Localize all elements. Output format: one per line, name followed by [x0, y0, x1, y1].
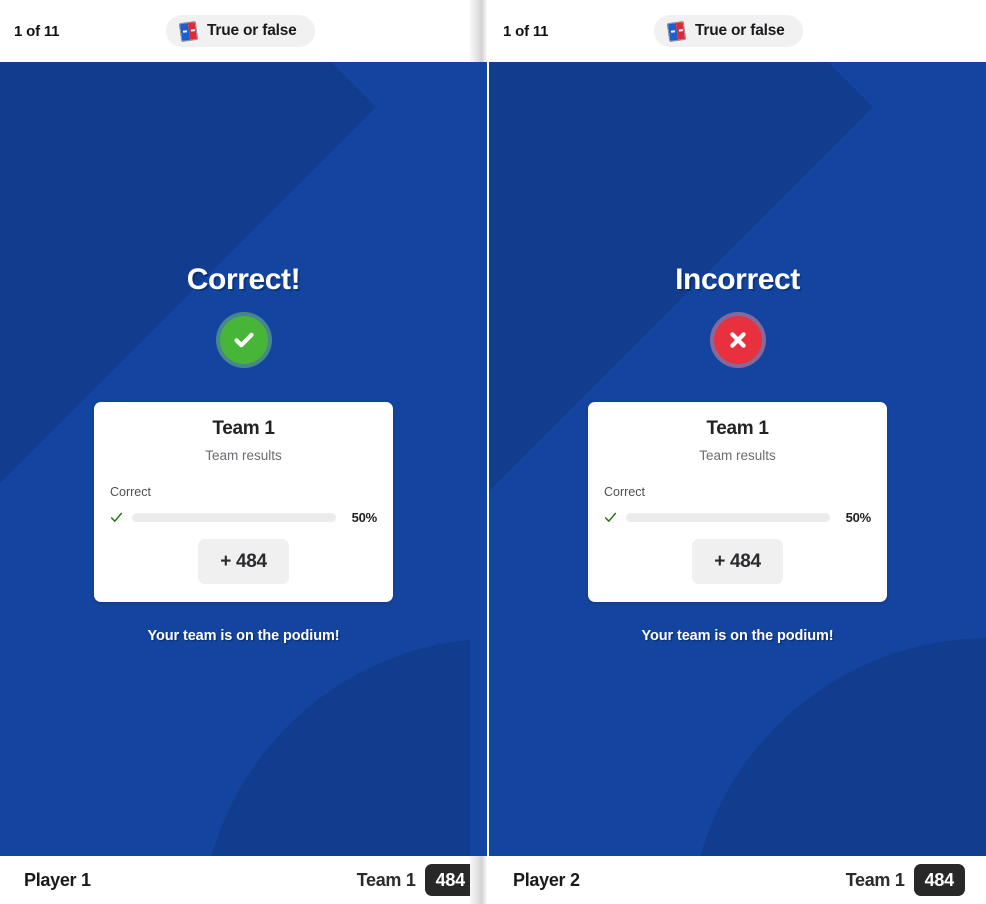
podium-message: Your team is on the podium! [147, 627, 340, 644]
result-stage: Correct! Team 1 Team results Correct 50%… [0, 62, 487, 856]
player-footer: Player 2 Team 1 484 [489, 856, 986, 904]
true-false-card-icon [666, 20, 687, 42]
question-type-pill: True or false [166, 15, 315, 47]
score-badge: 484 [913, 864, 965, 896]
question-progress: 1 of 11 [503, 22, 549, 40]
verdict-heading: Incorrect [675, 263, 800, 296]
team-results-subtitle: Team results [699, 447, 776, 463]
score-badge: 484 [424, 864, 476, 896]
player-name: Player 1 [24, 869, 91, 890]
quiz-header: 1 of 11 True or false [0, 0, 487, 62]
question-type-label: True or false [695, 22, 785, 39]
correct-percent-label: 50% [845, 509, 872, 525]
true-false-card-icon [178, 20, 199, 42]
correct-stat-row: 50% [604, 510, 871, 525]
x-circle-icon [713, 316, 762, 364]
team-results-subtitle: Team results [205, 447, 282, 463]
check-circle-icon [219, 316, 268, 364]
question-type-label: True or false [207, 22, 297, 39]
points-awarded-chip: + 484 [692, 538, 783, 584]
verdict-heading: Correct! [186, 263, 301, 296]
scrollbar-overlay-mask [470, 62, 487, 856]
footer-team-name: Team 1 [845, 869, 905, 890]
check-icon [110, 511, 123, 524]
correct-stat-row: 50% [110, 510, 377, 525]
dual-player-quiz-screen: 1 of 11 True or false Correct! Team 1 Te… [0, 0, 986, 904]
quiz-header: 1 of 11 True or false [489, 0, 986, 62]
footer-team-name: Team 1 [356, 869, 416, 890]
question-type-pill: True or false [654, 15, 803, 47]
correct-stat-label: Correct [110, 484, 151, 499]
correct-stat-label: Correct [604, 484, 645, 499]
correct-percent-label: 50% [351, 509, 378, 525]
player-1-panel: 1 of 11 True or false Correct! Team 1 Te… [0, 0, 487, 904]
question-progress: 1 of 11 [14, 22, 60, 40]
correct-progress-bar [626, 512, 830, 522]
team-results-card: Team 1 Team results Correct 50% + 484 [94, 402, 393, 602]
team-name: Team 1 [706, 418, 769, 439]
correct-progress-bar [132, 512, 336, 522]
podium-message: Your team is on the podium! [641, 627, 834, 644]
player-footer: Player 1 Team 1 484 [0, 856, 487, 904]
result-stage: Incorrect Team 1 Team results Correct 50… [489, 62, 986, 856]
check-icon [604, 511, 617, 524]
player-name: Player 2 [513, 869, 580, 890]
team-name: Team 1 [212, 418, 275, 439]
team-results-card: Team 1 Team results Correct 50% + 484 [588, 402, 887, 602]
player-2-panel: 1 of 11 True or false Incorrect Team 1 T… [489, 0, 986, 904]
points-awarded-chip: + 484 [198, 538, 289, 584]
